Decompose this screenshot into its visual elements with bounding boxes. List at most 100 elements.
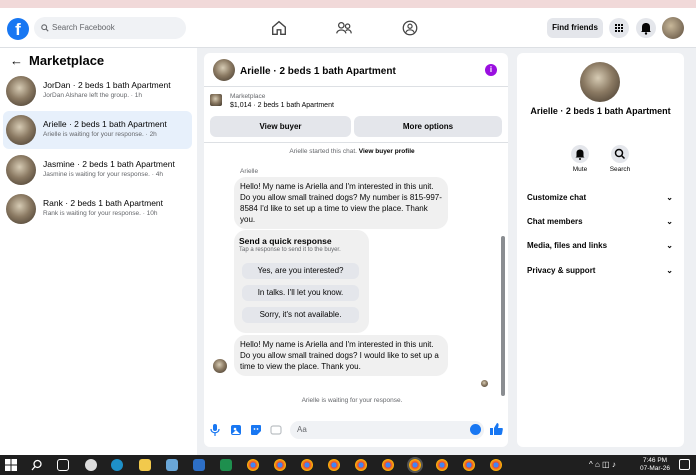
conversation-thumbnail xyxy=(6,194,36,224)
quick-response-button[interactable]: In talks. I'll let you know. xyxy=(242,285,359,301)
message-input[interactable]: Aa xyxy=(290,421,484,439)
conversation-title: JorDan · 2 beds 1 bath Apartment xyxy=(43,80,171,90)
media-files-row[interactable]: Media, files and links ⌄ xyxy=(527,241,677,250)
quick-response-button[interactable]: Sorry, it's not available. xyxy=(242,307,359,323)
sticker-icon[interactable] xyxy=(250,424,262,436)
conversation-thumbnail xyxy=(6,115,36,145)
edge-browser-icon[interactable] xyxy=(111,459,123,471)
chrome-icon[interactable] xyxy=(382,459,394,471)
chrome-icon[interactable] xyxy=(274,459,286,471)
app-icon[interactable] xyxy=(166,459,178,471)
file-explorer-icon[interactable] xyxy=(139,459,151,471)
search-label: Search xyxy=(609,166,631,173)
chrome-icon-active[interactable] xyxy=(409,459,421,471)
view-buyer-button[interactable]: View buyer xyxy=(210,116,351,137)
facebook-logo-icon[interactable]: f xyxy=(7,18,29,40)
conversation-item[interactable]: Jasmine · 2 beds 1 bath Apartment Jasmin… xyxy=(3,151,192,189)
privacy-support-row[interactable]: Privacy & support ⌄ xyxy=(527,266,677,275)
search-input[interactable]: Search Facebook xyxy=(34,17,186,39)
view-buyer-profile-link[interactable]: View buyer profile xyxy=(359,148,415,155)
row-label: Privacy & support xyxy=(527,266,596,275)
chat-scrollbar[interactable] xyxy=(500,148,506,401)
chrome-icon[interactable] xyxy=(463,459,475,471)
customize-chat-row[interactable]: Customize chat ⌄ xyxy=(527,193,677,202)
sidebar-header: ← Marketplace xyxy=(10,53,104,68)
browser-tab-strip xyxy=(0,0,696,8)
friends-icon[interactable] xyxy=(335,19,353,37)
mute-button[interactable] xyxy=(571,145,589,163)
groups-icon[interactable] xyxy=(401,19,419,37)
windows-start-icon[interactable] xyxy=(5,459,17,471)
chrome-icon[interactable] xyxy=(355,459,367,471)
message-input-placeholder: Aa xyxy=(297,425,307,434)
conversation-thumbnail xyxy=(6,155,36,185)
search-chat-button[interactable] xyxy=(611,145,629,163)
emoji-icon[interactable] xyxy=(470,424,481,435)
chrome-icon[interactable] xyxy=(436,459,448,471)
excel-icon[interactable] xyxy=(220,459,232,471)
chat-started-note: Arielle started this chat. View buyer pr… xyxy=(204,148,500,155)
conversation-title: Rank · 2 beds 1 bath Apartment xyxy=(43,198,164,208)
clock-time: 7:46 PM xyxy=(642,457,668,464)
notifications-button[interactable] xyxy=(636,18,656,38)
chrome-icon[interactable] xyxy=(490,459,502,471)
bell-icon xyxy=(575,149,585,160)
taskbar-clock[interactable]: 7:46 PM 07-Mar-26 xyxy=(638,457,672,473)
chat-started-text: Arielle started this chat. xyxy=(289,148,357,155)
system-tray-icons[interactable]: ^ ⌂ ◫ ♪ xyxy=(589,460,616,469)
chrome-icon[interactable] xyxy=(328,459,340,471)
conversation-item[interactable]: Rank · 2 beds 1 bath Apartment Rank is w… xyxy=(3,190,192,228)
microphone-icon[interactable] xyxy=(210,424,220,436)
thumbs-up-icon[interactable] xyxy=(490,422,503,436)
home-icon[interactable] xyxy=(270,19,288,37)
seen-avatar xyxy=(481,380,488,387)
menu-button[interactable] xyxy=(609,18,629,38)
quick-response-button[interactable]: Yes, are you interested? xyxy=(242,263,359,279)
conversation-title: Arielle · 2 beds 1 bath Apartment xyxy=(43,119,167,129)
chrome-icon[interactable] xyxy=(301,459,313,471)
message-bubble[interactable]: Hello! My name is Ariella and I'm intere… xyxy=(234,335,448,376)
waiting-note: Arielle is waiting for your response. xyxy=(301,397,403,404)
conversation-subtitle: Rank is waiting for your response. · 10h xyxy=(43,210,158,217)
grid-menu-icon xyxy=(615,24,623,32)
chevron-down-icon: ⌄ xyxy=(666,193,673,202)
chat-avatar[interactable] xyxy=(213,59,235,81)
search-placeholder: Search Facebook xyxy=(52,23,115,32)
row-label: Media, files and links xyxy=(527,241,608,250)
find-friends-button[interactable]: Find friends xyxy=(547,18,603,38)
info-icon[interactable]: i xyxy=(485,64,497,76)
listing-thumbnail[interactable] xyxy=(210,94,222,106)
chat-title[interactable]: Arielle · 2 beds 1 bath Apartment xyxy=(240,66,396,77)
details-name: Arielle · 2 beds 1 bath Apartment xyxy=(530,106,671,116)
divider xyxy=(204,142,508,143)
scrollbar-thumb[interactable] xyxy=(501,236,505,396)
task-view-icon[interactable] xyxy=(57,459,69,471)
conversation-item-active[interactable]: Arielle · 2 beds 1 bath Apartment Ariell… xyxy=(3,111,192,149)
back-arrow-icon[interactable]: ← xyxy=(10,53,23,68)
conversation-title: Jasmine · 2 beds 1 bath Apartment xyxy=(43,159,175,169)
quick-response-title: Send a quick response xyxy=(239,236,332,246)
sender-avatar[interactable] xyxy=(213,359,227,373)
message-bubble[interactable]: Hello! My name is Ariella and I'm intere… xyxy=(234,177,448,229)
chat-members-row[interactable]: Chat members ⌄ xyxy=(527,217,677,226)
sender-name: Arielle xyxy=(240,168,259,175)
listing-label: Marketplace xyxy=(230,93,266,100)
mail-icon[interactable] xyxy=(193,459,205,471)
quick-response-subtitle: Tap a response to send it to the buyer. xyxy=(239,247,341,253)
profile-avatar[interactable] xyxy=(662,17,684,39)
taskbar-search-icon[interactable] xyxy=(31,459,43,471)
notification-center-icon[interactable] xyxy=(679,459,690,470)
listing-detail[interactable]: $1,014 · 2 beds 1 bath Apartment xyxy=(230,102,334,109)
conversation-item[interactable]: JorDan · 2 beds 1 bath Apartment JorDan … xyxy=(3,72,192,110)
bell-icon xyxy=(641,23,651,35)
settings-gear-icon[interactable] xyxy=(85,459,97,471)
more-options-button[interactable]: More options xyxy=(354,116,502,137)
gif-icon[interactable] xyxy=(270,424,282,436)
conversation-thumbnail xyxy=(6,76,36,106)
photo-icon[interactable] xyxy=(230,424,242,436)
search-icon xyxy=(614,148,626,160)
conversation-subtitle: Arielle is waiting for your response. · … xyxy=(43,131,157,138)
details-avatar[interactable] xyxy=(580,62,620,102)
chrome-icon[interactable] xyxy=(247,459,259,471)
chevron-down-icon: ⌄ xyxy=(666,266,673,275)
